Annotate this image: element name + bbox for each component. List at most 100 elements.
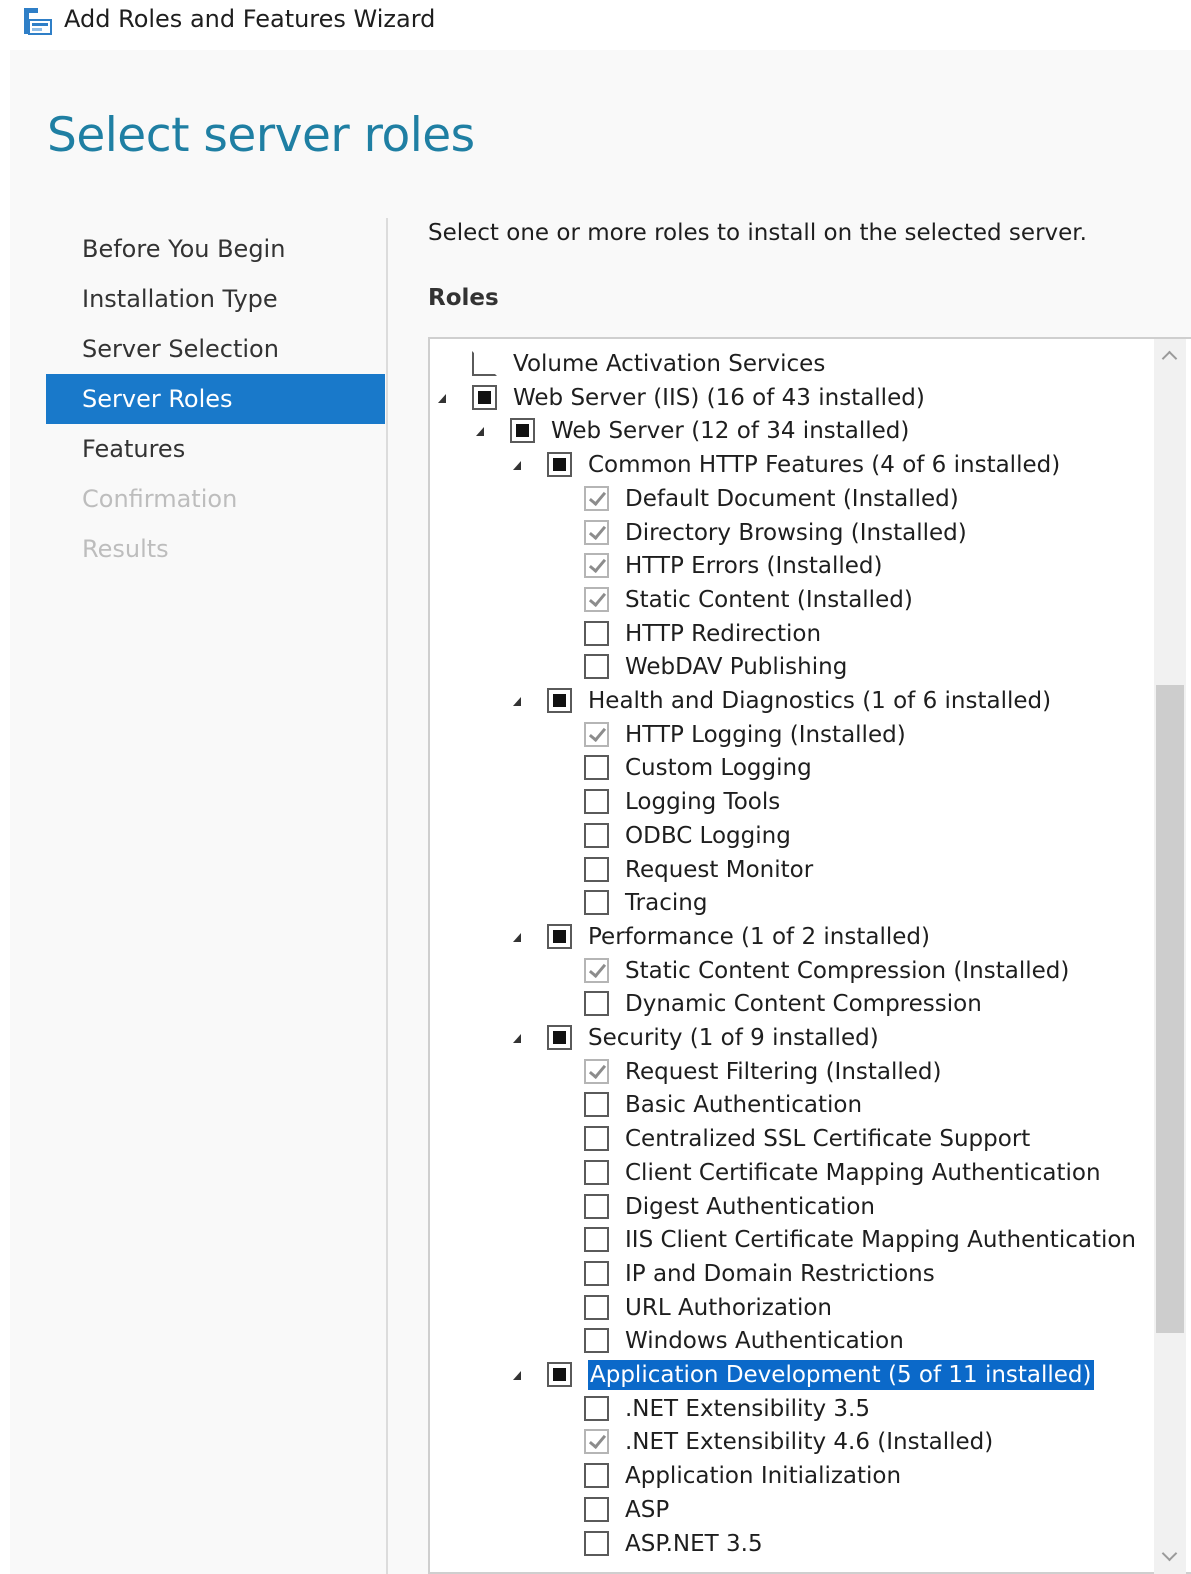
role-tree-item[interactable]: .NET Extensibility 3.5 <box>430 1393 1170 1427</box>
roles-tree[interactable]: Volume Activation Services Web Server (II… <box>428 337 1191 1574</box>
role-tree-item-label: Request Monitor <box>625 856 814 883</box>
role-tree-item[interactable]: Tracing <box>430 887 1170 921</box>
nav-server-selection[interactable]: Server Selection <box>46 324 385 374</box>
role-tree-item[interactable]: Centralized SSL Certificate Support <box>430 1123 1170 1157</box>
role-tree-item[interactable]: HTTP Redirection <box>430 618 1170 652</box>
role-tree-item[interactable]: Windows Authentication <box>430 1325 1170 1359</box>
role-tree-item[interactable]: Directory Browsing (Installed) <box>430 517 1170 551</box>
role-tree-item[interactable]: Static Content Compression (Installed) <box>430 955 1170 989</box>
role-tree-item[interactable]: Basic Authentication <box>430 1089 1170 1123</box>
role-tree-item[interactable]: IIS Client Certificate Mapping Authentic… <box>430 1224 1170 1258</box>
role-tree-item[interactable]: .NET Extensibility 4.6 (Installed) <box>430 1426 1170 1460</box>
page-title: Select server roles <box>47 108 475 163</box>
role-checkbox[interactable] <box>584 991 609 1017</box>
role-checkbox[interactable] <box>584 1429 609 1455</box>
role-tree-item[interactable]: ASP.NET 3.5 <box>430 1528 1170 1562</box>
role-tree-item[interactable]: Default Document (Installed) <box>430 483 1170 517</box>
expand-collapse-triangle-icon[interactable] <box>513 932 521 942</box>
nav-results: Results <box>82 535 169 563</box>
expand-collapse-triangle-icon[interactable] <box>476 427 484 437</box>
role-checkbox[interactable] <box>584 1395 609 1421</box>
role-checkbox[interactable] <box>547 1025 572 1050</box>
role-checkbox[interactable] <box>584 957 609 983</box>
nav-installation-type[interactable]: Installation Type <box>46 274 385 324</box>
expand-collapse-triangle-icon[interactable] <box>513 1371 521 1380</box>
role-checkbox[interactable] <box>584 1328 609 1354</box>
role-checkbox[interactable] <box>510 418 535 444</box>
role-tree-item[interactable]: Health and Diagnostics (1 of 6 installed… <box>430 685 1170 719</box>
role-tree-item[interactable]: WebDAV Publishing <box>430 651 1170 685</box>
role-checkbox[interactable] <box>584 1126 609 1152</box>
role-checkbox[interactable] <box>547 1362 572 1387</box>
role-tree-item-label: IIS Client Certificate Mapping Authentic… <box>625 1227 1137 1254</box>
role-checkbox[interactable] <box>584 789 609 815</box>
role-checkbox[interactable] <box>584 485 609 511</box>
nav-server-roles[interactable]: Server Roles <box>46 374 385 424</box>
role-tree-item-label: HTTP Logging (Installed) <box>625 721 906 748</box>
role-checkbox[interactable] <box>584 721 609 747</box>
role-tree-item[interactable]: Security (1 of 9 installed) <box>430 1022 1170 1056</box>
role-tree-item[interactable]: ODBC Logging <box>430 820 1170 854</box>
role-tree-item[interactable]: Custom Logging <box>430 752 1170 786</box>
role-tree-item[interactable]: Request Monitor <box>430 854 1170 888</box>
role-tree-item-label: Performance (1 of 2 installed) <box>588 923 930 950</box>
role-tree-item[interactable]: Static Content (Installed) <box>430 584 1170 618</box>
role-tree-item-label: Default Document (Installed) <box>625 485 959 512</box>
role-tree-item[interactable]: Volume Activation Services <box>430 348 1170 382</box>
role-checkbox[interactable] <box>584 620 609 646</box>
role-tree-item[interactable]: Application Initialization <box>430 1460 1170 1494</box>
role-tree-item-label: .NET Extensibility 3.5 <box>625 1395 870 1422</box>
role-tree-item[interactable]: HTTP Logging (Installed) <box>430 719 1170 753</box>
role-checkbox[interactable] <box>584 519 609 545</box>
role-checkbox[interactable] <box>547 688 572 713</box>
role-checkbox[interactable] <box>584 1496 609 1522</box>
role-tree-item[interactable]: IP and Domain Restrictions <box>430 1258 1170 1292</box>
role-checkbox[interactable] <box>584 890 609 916</box>
role-checkbox[interactable] <box>584 1463 609 1489</box>
role-tree-item[interactable]: HTTP Errors (Installed) <box>430 550 1170 584</box>
scroll-thumb[interactable] <box>1156 685 1184 1333</box>
scroll-down-arrow-icon[interactable] <box>1154 1544 1186 1574</box>
nav-features[interactable]: Features <box>46 424 385 474</box>
role-tree-item-label: URL Authorization <box>625 1294 832 1321</box>
role-checkbox[interactable] <box>584 553 609 579</box>
expand-collapse-triangle-icon[interactable] <box>513 461 521 471</box>
role-checkbox[interactable] <box>584 654 609 680</box>
expand-collapse-triangle-icon[interactable] <box>513 697 521 706</box>
role-checkbox[interactable] <box>584 586 609 612</box>
role-checkbox[interactable] <box>584 1530 609 1556</box>
role-checkbox[interactable] <box>584 1193 609 1219</box>
window-title: Add Roles and Features Wizard <box>64 5 436 33</box>
role-tree-item-label: Logging Tools <box>625 789 781 816</box>
role-tree-item[interactable]: Client Certificate Mapping Authenticatio… <box>430 1157 1170 1191</box>
role-checkbox[interactable] <box>584 822 609 848</box>
role-checkbox[interactable] <box>584 1227 609 1253</box>
role-tree-item[interactable]: Logging Tools <box>430 786 1170 820</box>
role-checkbox[interactable] <box>472 351 497 376</box>
role-checkbox[interactable] <box>472 384 497 410</box>
role-tree-item[interactable]: Common HTTP Features (4 of 6 installed) <box>430 449 1170 483</box>
roles-scrollbar[interactable] <box>1154 339 1186 1574</box>
role-tree-item[interactable]: Performance (1 of 2 installed) <box>430 921 1170 955</box>
role-tree-item[interactable]: Web Server (IIS) (16 of 43 installed) <box>430 382 1170 416</box>
role-checkbox[interactable] <box>584 856 609 882</box>
role-checkbox[interactable] <box>547 452 572 478</box>
role-tree-item[interactable]: Dynamic Content Compression <box>430 988 1170 1022</box>
role-tree-item[interactable]: URL Authorization <box>430 1292 1170 1326</box>
expand-collapse-triangle-icon[interactable] <box>438 393 446 403</box>
role-tree-item[interactable]: Web Server (12 of 34 installed) <box>430 415 1170 449</box>
role-checkbox[interactable] <box>584 755 609 781</box>
role-checkbox[interactable] <box>547 923 572 949</box>
expand-collapse-triangle-icon[interactable] <box>513 1034 521 1043</box>
role-checkbox[interactable] <box>584 1058 609 1084</box>
role-tree-item[interactable]: Request Filtering (Installed) <box>430 1056 1170 1090</box>
role-tree-item[interactable]: Digest Authentication <box>430 1191 1170 1225</box>
role-checkbox[interactable] <box>584 1159 609 1185</box>
role-checkbox[interactable] <box>584 1092 609 1118</box>
role-tree-item[interactable]: Application Development (5 of 11 install… <box>430 1359 1170 1393</box>
role-tree-item[interactable]: ASP <box>430 1494 1170 1528</box>
role-checkbox[interactable] <box>584 1260 609 1286</box>
role-checkbox[interactable] <box>584 1294 609 1320</box>
nav-before-you-begin[interactable]: Before You Begin <box>46 224 385 274</box>
scroll-up-arrow-icon[interactable] <box>1154 339 1186 369</box>
